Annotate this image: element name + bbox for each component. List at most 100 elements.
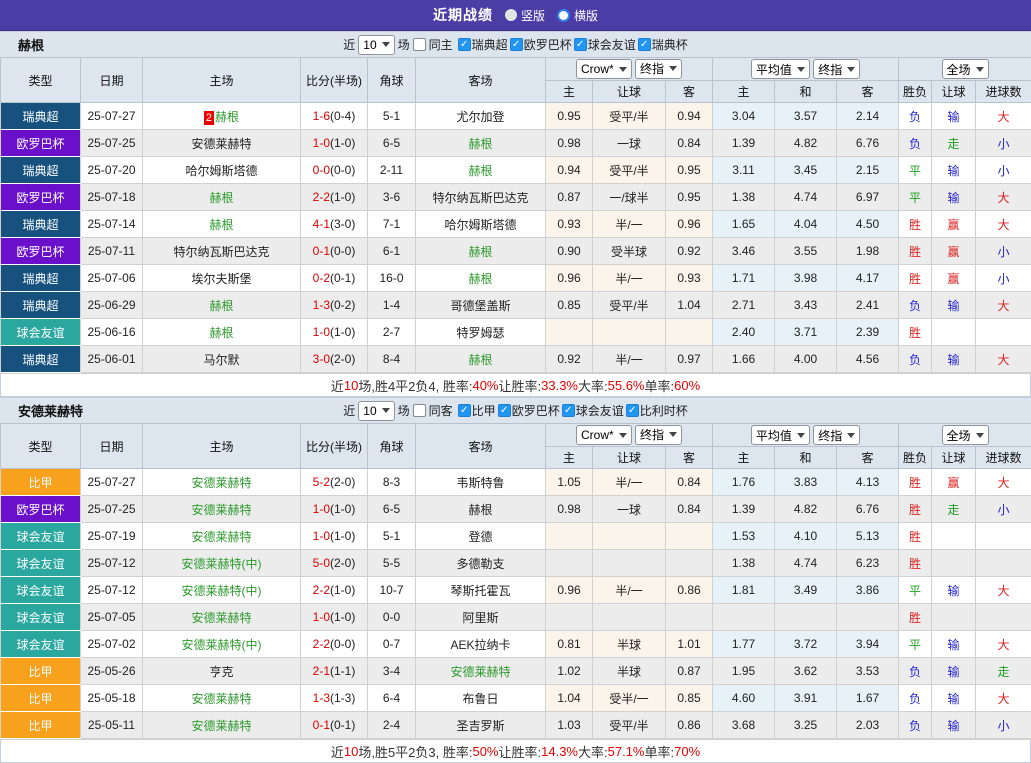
league-checkbox[interactable]: ✓	[458, 404, 471, 417]
avg-away-odds: 6.76	[837, 496, 899, 523]
avg-home-odds: 1.77	[713, 631, 775, 658]
home-team: 哈尔姆斯塔德	[143, 157, 301, 184]
chevron-down-icon	[669, 432, 677, 437]
home-team-name: 安德莱赫特	[191, 719, 251, 733]
away-team: 赫根	[416, 157, 546, 184]
final-index-value: 终指	[640, 426, 664, 443]
avg-home-odds: 1.38	[713, 184, 775, 211]
crow-handicap: 半/一	[593, 577, 666, 604]
score: 2-2(1-0)	[301, 184, 368, 211]
away-team: 哈尔姆斯塔德	[416, 211, 546, 238]
final-index-select-2[interactable]: 终指	[813, 59, 860, 79]
corner-score: 2-11	[368, 157, 416, 184]
horizontal-layout-radio[interactable]: 横版	[557, 7, 598, 24]
full-time-score: 2-2	[313, 190, 330, 204]
same-venue-checkbox[interactable]	[413, 38, 426, 51]
full-time-score: 5-2	[313, 475, 330, 489]
league-filter: ✓比利时杯	[626, 402, 688, 419]
crow-away-odds: 0.95	[666, 184, 713, 211]
average-select[interactable]: 平均值	[751, 425, 810, 445]
home-team: 安德莱赫特	[143, 496, 301, 523]
crow-home-odds: 0.93	[546, 211, 593, 238]
average-select[interactable]: 平均值	[751, 59, 810, 79]
home-team: 亨克	[143, 658, 301, 685]
bookmaker-select[interactable]: Crow*	[576, 59, 632, 79]
radio-icon[interactable]	[557, 9, 570, 22]
league-type-badge: 比甲	[1, 658, 81, 685]
team-section-hacken: 赫根 近 10 场 同主 ✓瑞典超✓欧罗巴杯✓球会友谊✓瑞典杯 类型 日期 主场…	[0, 31, 1031, 397]
summary-stat-value: 10	[344, 744, 358, 759]
league-checkbox[interactable]: ✓	[498, 404, 511, 417]
summary-text: 近	[331, 742, 344, 761]
avg-away-odds: 4.13	[837, 469, 899, 496]
page-title: 近期战绩	[433, 5, 493, 25]
league-checkbox[interactable]: ✓	[458, 38, 471, 51]
crow-home-odds: 0.81	[546, 631, 593, 658]
goals-result-badge: 小	[976, 157, 1031, 184]
average-group-header: 平均值 终指	[713, 58, 899, 81]
col-header-home: 主场	[143, 58, 301, 103]
full-match-select[interactable]: 全场	[942, 59, 989, 79]
match-date: 25-07-19	[81, 523, 143, 550]
same-venue-label: 同主	[429, 36, 453, 53]
match-date: 25-07-05	[81, 604, 143, 631]
away-team: 圣吉罗斯	[416, 712, 546, 739]
recent-games-select[interactable]: 10	[358, 401, 394, 421]
avg-away-odds: 3.86	[837, 577, 899, 604]
chevron-down-icon	[382, 408, 390, 413]
league-label: 比甲	[472, 402, 496, 419]
chevron-down-icon	[976, 67, 984, 72]
avg-home-odds: 1.65	[713, 211, 775, 238]
recent-games-select[interactable]: 10	[358, 35, 394, 55]
home-team-name: 安德莱赫特	[191, 611, 251, 625]
full-time-score: 0-1	[313, 244, 330, 258]
score: 2-1(1-1)	[301, 658, 368, 685]
final-index-select[interactable]: 终指	[635, 59, 682, 79]
full-match-select[interactable]: 全场	[942, 425, 989, 445]
league-checkbox[interactable]: ✓	[638, 38, 651, 51]
half-time-score: (0-0)	[330, 163, 355, 177]
final-index-select[interactable]: 终指	[635, 425, 682, 445]
goals-result-badge	[976, 604, 1031, 631]
full-time-score: 1-0	[313, 502, 330, 516]
crow-home-odds: 0.98	[546, 130, 593, 157]
radio-icon[interactable]	[505, 9, 517, 21]
corner-score: 6-4	[368, 685, 416, 712]
result-badge: 负	[899, 103, 932, 130]
games-suffix: 场	[398, 402, 410, 419]
avg-draw-odds: 4.10	[775, 523, 837, 550]
league-checkbox[interactable]: ✓	[562, 404, 575, 417]
crow-away-odds: 0.96	[666, 211, 713, 238]
league-checkbox[interactable]: ✓	[574, 38, 587, 51]
handicap-result-badge: 走	[932, 496, 976, 523]
bookmaker-select[interactable]: Crow*	[576, 425, 632, 445]
team-section-anderlecht: 安德莱赫特 近 10 场 同客 ✓比甲✓欧罗巴杯✓球会友谊✓比利时杯 类型 日期…	[0, 397, 1031, 763]
same-venue-checkbox[interactable]	[413, 404, 426, 417]
league-filter: ✓欧罗巴杯	[498, 402, 560, 419]
table-row: 比甲25-05-11安德莱赫特0-1(0-1)2-4圣吉罗斯1.03受平/半0.…	[1, 712, 1031, 739]
summary-stat-value: 50%	[472, 744, 498, 759]
final-index-select-2[interactable]: 终指	[813, 425, 860, 445]
full-match-value: 全场	[947, 61, 971, 78]
corner-score: 5-1	[368, 523, 416, 550]
full-time-score: 0-2	[313, 271, 330, 285]
avg-home-odds: 3.11	[713, 157, 775, 184]
avg-draw-odds: 3.91	[775, 685, 837, 712]
vertical-layout-radio[interactable]: 竖版	[505, 7, 545, 24]
handicap-result-badge: 输	[932, 577, 976, 604]
crow-home-odds: 0.96	[546, 265, 593, 292]
home-team: 安德莱赫特(中)	[143, 550, 301, 577]
crow-home-odds	[546, 523, 593, 550]
league-checkbox[interactable]: ✓	[626, 404, 639, 417]
matches-table: 类型 日期 主场 比分(半场) 角球 客场 Crow* 终指 平均值 终指 全场	[0, 423, 1031, 739]
full-time-score: 3-0	[313, 352, 330, 366]
full-time-score: 0-0	[313, 163, 330, 177]
league-checkbox[interactable]: ✓	[510, 38, 523, 51]
league-filter: ✓球会友谊	[562, 402, 624, 419]
avg-draw-odds: 3.71	[775, 319, 837, 346]
half-time-score: (2-0)	[330, 556, 355, 570]
col-header-odds-home: 主	[546, 447, 593, 469]
corner-score: 8-3	[368, 469, 416, 496]
handicap-result-badge: 输	[932, 292, 976, 319]
col-header-away: 客场	[416, 424, 546, 469]
